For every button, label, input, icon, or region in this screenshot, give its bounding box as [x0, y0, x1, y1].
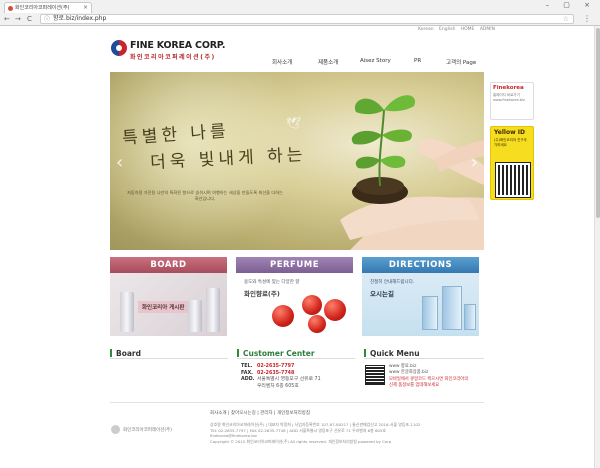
- bookmark-star-icon[interactable]: ☆: [563, 15, 569, 23]
- board-banner-title: BOARD: [110, 257, 227, 273]
- hero-slider: 특별한 나를 더욱 빛내게 하는 🕊 자동차용 가전용 나만의 특화된 향으로 …: [110, 72, 484, 250]
- slider-next-icon[interactable]: ›: [471, 152, 478, 173]
- finekorea-sub: 홈페이지 바로가기 www.finekorea.biz: [493, 93, 525, 102]
- bottle-image: [206, 288, 220, 332]
- logo-mark-icon: [111, 40, 127, 56]
- window-controls[interactable]: – ▢ ×: [546, 1, 596, 9]
- directions-banner-title: DIRECTIONS: [362, 257, 479, 273]
- bottle-image: [188, 300, 202, 332]
- nav-aisez-story[interactable]: Aisez Story: [360, 58, 391, 64]
- link-english[interactable]: English: [439, 27, 455, 32]
- section-bullet-icon: [237, 349, 239, 357]
- dove-icon: 🕊: [286, 116, 302, 130]
- finekorea-title: Finekorea: [493, 85, 524, 91]
- quick-qr-code-icon: [365, 365, 385, 385]
- link-admin[interactable]: ADMIN: [480, 27, 495, 32]
- url-text: 향로.biz/index.php: [53, 15, 107, 22]
- nav-pr[interactable]: PR: [414, 58, 421, 64]
- yellowid-sub: (주)화인코리아 친구추가하세요: [494, 138, 527, 147]
- forward-icon[interactable]: →: [15, 14, 21, 24]
- customer-section-label: Customer Center: [243, 349, 315, 358]
- browser-menu-icon[interactable]: ⋮: [583, 14, 591, 23]
- browser-tab[interactable]: 화인코리아코퍼레이션(주) ×: [4, 2, 92, 13]
- directions-banner-line1: 친절히 안내해드립니다.: [370, 280, 415, 285]
- board-banner-label: 화인코리아 게시판: [138, 301, 189, 313]
- nav-customer-page[interactable]: 고객의 Page: [446, 58, 476, 66]
- finekorea-side-banner[interactable]: Finekorea 홈페이지 바로가기 www.finekorea.biz: [490, 82, 534, 120]
- perfume-banner[interactable]: PERFUME 용도와 특성에 맞는 다양한 향 화인향료(주): [236, 257, 353, 336]
- nav-products[interactable]: 제품소개: [318, 58, 338, 66]
- address-line2: 우리벤처 6층 605호: [257, 383, 299, 389]
- tel-value: 02-2635-7797: [257, 364, 295, 369]
- browser-toolbar: ← → C ⓘ 향로.biz/index.php ☆ ⋮: [0, 13, 600, 25]
- scrollbar-thumb[interactable]: [596, 28, 600, 218]
- quick-menu: www 향료.biz www 한글화장품.biz 모바일에서 큐알코드 찍으시면…: [389, 364, 468, 389]
- address-label: ADD.: [241, 377, 255, 382]
- nav-company[interactable]: 회사소개: [272, 58, 292, 66]
- tab-close-icon[interactable]: ×: [83, 3, 88, 13]
- board-banner[interactable]: BOARD 화인코리아 게시판: [110, 257, 227, 336]
- bottle-image: [120, 292, 134, 332]
- tomato-image: [272, 305, 294, 327]
- address-bar[interactable]: ⓘ 향로.biz/index.php ☆: [40, 14, 574, 24]
- footer-logo-text: 화인코리아코퍼레이션(주): [123, 428, 173, 433]
- tomato-image: [308, 315, 326, 333]
- building-image: [422, 296, 438, 330]
- perfume-banner-line2: 화인향료(주): [244, 290, 280, 298]
- yellowid-title: Yellow ID: [494, 129, 525, 136]
- footer-logo-icon: [111, 425, 120, 434]
- building-image: [442, 286, 462, 330]
- utility-links: Korean English HOME ADMIN: [418, 27, 499, 32]
- quick-section-title: Quick Menu: [364, 349, 420, 358]
- page-info-icon[interactable]: ⓘ: [44, 16, 50, 24]
- divider: [364, 358, 484, 359]
- building-image: [464, 304, 476, 330]
- link-korean[interactable]: Korean: [418, 27, 434, 32]
- favicon-icon: [8, 6, 13, 11]
- perfume-banner-line1: 용도와 특성에 맞는 다양한 향: [244, 280, 300, 285]
- yellowid-side-banner[interactable]: Yellow ID (주)화인코리아 친구추가하세요: [490, 126, 534, 200]
- tomato-image: [302, 295, 322, 315]
- back-icon[interactable]: ←: [4, 14, 10, 24]
- quick-link-2[interactable]: www 한글화장품.biz: [389, 370, 468, 376]
- footer-info-4: Copyright © 2015 화인코리아코퍼레이션(주) All right…: [210, 438, 392, 444]
- browser-chrome: 화인코리아코퍼레이션(주) × – ▢ × ← → C ⓘ 향로.biz/ind…: [0, 0, 600, 26]
- slider-prev-icon[interactable]: ‹: [116, 152, 123, 173]
- slider-dots: [262, 240, 283, 250]
- footer-logo: 화인코리아코퍼레이션(주): [111, 425, 172, 434]
- footer-info: 상호명 화인코리아코퍼레이션(주) | 대표자 박정희 | 사업자등록번호 10…: [210, 422, 480, 444]
- board-section-title: Board: [110, 349, 141, 358]
- customer-contact: TEL. 02-2635-7797 FAX. 02-2635-7748 ADD. 서울…: [241, 364, 321, 390]
- site-logo[interactable]: FINE KOREA CORP. 화인코리아코퍼레이션(주): [111, 38, 231, 66]
- plant-in-hand-image: [340, 95, 484, 250]
- footer-divider: [110, 402, 484, 403]
- qr-code-icon: [495, 162, 531, 198]
- customer-section-title: Customer Center: [237, 349, 315, 358]
- footer-links[interactable]: 회사소개 | 찾아오시는길 | 관리자 | 개인정보처리방침: [210, 410, 310, 416]
- link-home[interactable]: HOME: [461, 27, 475, 32]
- logo-text-kr: 화인코리아코퍼레이션(주): [130, 54, 216, 61]
- fax-value: 02-2635-7748: [257, 370, 295, 376]
- reload-icon[interactable]: C: [27, 14, 32, 24]
- divider: [237, 358, 355, 359]
- quick-section-label: Quick Menu: [370, 349, 420, 358]
- tab-title: 화인코리아코퍼레이션(주): [15, 5, 70, 11]
- board-section-label: Board: [116, 349, 141, 358]
- scrollbar[interactable]: [594, 26, 600, 468]
- perfume-banner-title: PERFUME: [236, 257, 353, 273]
- logo-text-en: FINE KOREA CORP.: [130, 40, 226, 51]
- quick-note-2: 신제 품정보를 업데해보세요: [389, 383, 440, 388]
- tomato-image: [324, 299, 346, 321]
- directions-banner[interactable]: DIRECTIONS 친절히 안내해드립니다. 오시는길: [362, 257, 479, 336]
- section-bullet-icon: [110, 349, 112, 357]
- directions-banner-line2: 오시는길: [370, 290, 394, 298]
- section-bullet-icon: [364, 349, 366, 357]
- address-line1: 서울특별시 영등포구 선유로 71: [257, 377, 321, 382]
- hero-caption: 자동차용 가전용 나만의 특화된 향으로 숨쉬시며 여행하는 세상을 만들도록 …: [127, 190, 283, 201]
- divider: [110, 358, 228, 359]
